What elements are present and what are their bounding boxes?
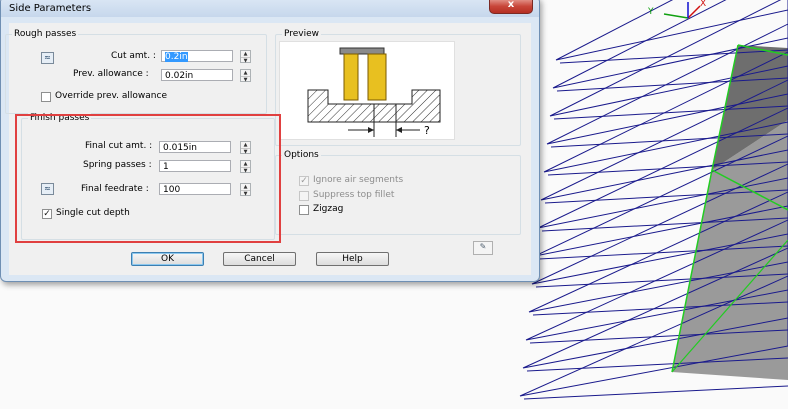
cut-amt-label: Cut amt. : — [111, 51, 156, 61]
options-group: Options — [275, 150, 521, 235]
preview-dimension-label: ? — [424, 124, 430, 137]
preview-image: ? — [279, 41, 455, 140]
rough-parameters-icon[interactable]: ≈ — [41, 52, 54, 64]
override-allowance-checkbox[interactable] — [41, 92, 51, 102]
zigzag-checkbox[interactable] — [299, 205, 309, 215]
suppress-fillet-label: Suppress top fillet — [313, 190, 395, 200]
preview-title: Preview — [282, 29, 322, 39]
triad-y-label: Y — [647, 7, 654, 17]
prev-allowance-label: Prev. allowance : — [73, 69, 149, 79]
triad-x-label: X — [700, 0, 706, 9]
cut-amt-value: 0.2in — [165, 52, 188, 62]
cut-amt-input[interactable]: 0.2in — [161, 50, 233, 62]
tool-finish-icon — [367, 53, 387, 101]
rough-passes-title: Rough passes — [12, 29, 79, 39]
title-bar[interactable]: Side Parameters x — [1, 0, 539, 17]
annotation-highlight-box — [15, 114, 281, 243]
override-allowance-label: Override prev. allowance — [55, 91, 167, 101]
eraser-icon[interactable]: ✎ — [473, 241, 493, 255]
zigzag-label: Zigzag — [313, 204, 344, 214]
dialog-title: Side Parameters — [9, 3, 92, 14]
ok-button[interactable]: OK — [131, 252, 204, 266]
options-title: Options — [282, 150, 321, 160]
prev-allowance-value: 0.02in — [165, 71, 194, 81]
cancel-button[interactable]: Cancel — [223, 252, 296, 266]
prev-allowance-input[interactable]: 0.02in — [161, 69, 233, 81]
suppress-fillet-checkbox[interactable] — [299, 191, 309, 201]
preview-drawing: ? — [280, 42, 452, 138]
cut-amt-spinner[interactable]: ▲ ▼ — [240, 50, 251, 64]
tool-rough-icon — [343, 53, 359, 101]
help-button[interactable]: Help — [316, 252, 389, 266]
ignore-air-checkbox[interactable]: ✓ — [299, 176, 309, 186]
checkmark-icon: ✓ — [300, 176, 308, 186]
spinner-down-icon[interactable]: ▼ — [241, 57, 250, 64]
prev-allowance-spinner[interactable]: ▲ ▼ — [240, 69, 251, 83]
part-body — [672, 120, 788, 380]
tool-holder-icon — [339, 47, 385, 55]
triad-y-axis — [663, 13, 689, 19]
close-button[interactable]: x — [489, 0, 533, 14]
spinner-down-icon[interactable]: ▼ — [241, 76, 250, 83]
ignore-air-label: Ignore air segments — [313, 175, 404, 185]
